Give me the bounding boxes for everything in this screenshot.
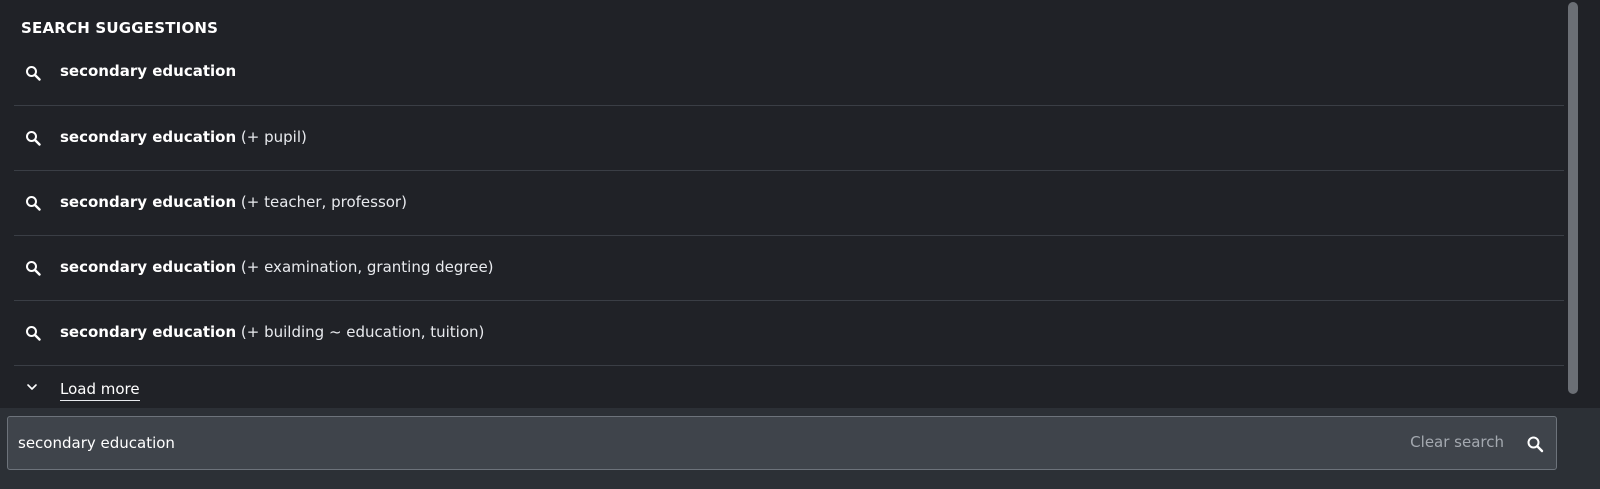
search-icon bbox=[26, 326, 41, 341]
scrollbar[interactable] bbox=[1564, 0, 1582, 418]
suggestion-text: secondary education (+ building ~ educat… bbox=[60, 322, 484, 342]
search-submit-button[interactable] bbox=[1526, 435, 1544, 453]
load-more-label: Load more bbox=[60, 380, 140, 401]
search-field: Clear search bbox=[7, 416, 1557, 470]
search-input[interactable] bbox=[18, 417, 1398, 469]
search-icon bbox=[26, 196, 41, 211]
suggestion-term: secondary education bbox=[60, 128, 237, 146]
suggestion-item[interactable]: secondary education (+ pupil) bbox=[14, 106, 1569, 171]
search-icon bbox=[26, 261, 41, 276]
suggestion-extra: (+ pupil) bbox=[236, 128, 307, 146]
chevron-down-icon bbox=[27, 384, 37, 390]
suggestion-term: secondary education bbox=[60, 258, 237, 276]
suggestion-term: secondary education bbox=[60, 62, 237, 80]
suggestion-item[interactable]: secondary education (+ building ~ educat… bbox=[14, 301, 1569, 366]
search-icon bbox=[26, 66, 41, 81]
scrollbar-thumb[interactable] bbox=[1568, 2, 1578, 394]
suggestion-text: secondary education (+ teacher, professo… bbox=[60, 192, 407, 212]
suggestion-extra: (+ teacher, professor) bbox=[236, 193, 407, 211]
suggestion-term: secondary education bbox=[60, 323, 237, 341]
suggestions-list: secondary education secondary education … bbox=[14, 41, 1569, 366]
suggestion-extra: (+ examination, granting degree) bbox=[236, 258, 494, 276]
search-suggestions-panel: SEARCH SUGGESTIONS secondary education s… bbox=[0, 0, 1582, 418]
suggestion-text: secondary education (+ examination, gran… bbox=[60, 257, 494, 277]
suggestion-item[interactable]: secondary education (+ examination, gran… bbox=[14, 236, 1569, 301]
suggestion-item[interactable]: secondary education bbox=[14, 41, 1569, 106]
search-icon bbox=[1527, 436, 1544, 453]
clear-search-button[interactable]: Clear search bbox=[1410, 433, 1504, 451]
suggestions-heading: SEARCH SUGGESTIONS bbox=[21, 19, 219, 37]
search-icon bbox=[26, 131, 41, 146]
suggestion-text: secondary education (+ pupil) bbox=[60, 127, 307, 147]
search-bar: Clear search bbox=[0, 408, 1600, 489]
suggestion-extra: (+ building ~ education, tuition) bbox=[236, 323, 485, 341]
suggestion-text: secondary education bbox=[60, 61, 236, 81]
suggestion-term: secondary education bbox=[60, 193, 237, 211]
suggestion-item[interactable]: secondary education (+ teacher, professo… bbox=[14, 171, 1569, 236]
load-more-button[interactable]: Load more bbox=[14, 374, 214, 404]
